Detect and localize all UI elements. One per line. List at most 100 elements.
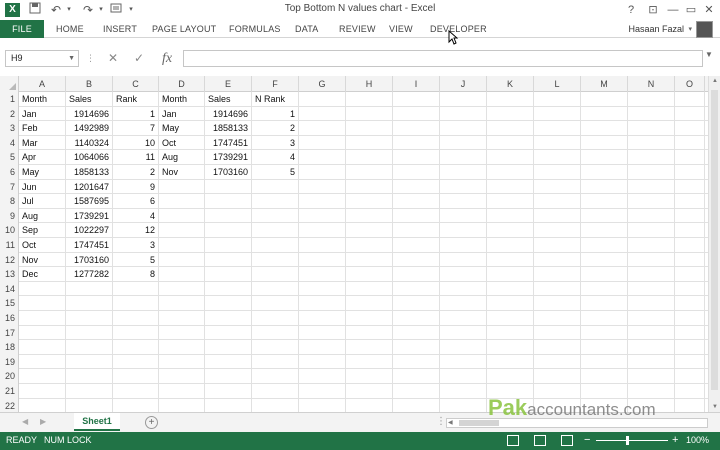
cell-o8[interactable] xyxy=(675,194,705,209)
cell-k9[interactable] xyxy=(487,208,534,224)
cell-a11[interactable]: Oct xyxy=(19,238,66,253)
cell-d22[interactable] xyxy=(159,398,205,412)
cell-c11[interactable]: 3 xyxy=(113,238,159,253)
cell-m12[interactable] xyxy=(581,252,628,268)
cell-e8[interactable] xyxy=(205,194,252,209)
cell-d17[interactable] xyxy=(159,325,205,341)
cell-e19[interactable] xyxy=(205,354,252,370)
cell-k18[interactable] xyxy=(487,340,534,355)
cell-j21[interactable] xyxy=(440,384,487,399)
cell-h22[interactable] xyxy=(346,398,393,412)
cell-c21[interactable] xyxy=(113,384,159,399)
cell-j18[interactable] xyxy=(440,340,487,355)
cell-j8[interactable] xyxy=(440,194,487,209)
cancel-icon[interactable]: ✕ xyxy=(104,50,122,67)
cell-j19[interactable] xyxy=(440,354,487,370)
cell-i19[interactable] xyxy=(393,354,440,370)
vertical-scroll-thumb[interactable] xyxy=(711,90,718,390)
next-sheet-icon[interactable]: ▶ xyxy=(40,417,46,426)
cell-l2[interactable] xyxy=(534,106,581,122)
cell-n19[interactable] xyxy=(628,354,675,370)
cell-a6[interactable]: May xyxy=(19,165,66,180)
cell-f7[interactable] xyxy=(252,179,299,195)
cell-j14[interactable] xyxy=(440,281,487,297)
cell-e13[interactable] xyxy=(205,267,252,282)
user-dropdown-icon[interactable]: ▾ xyxy=(688,25,692,33)
cell-k2[interactable] xyxy=(487,106,534,122)
cell-b10[interactable]: 1022297 xyxy=(66,223,113,238)
help-icon[interactable]: ? xyxy=(622,2,640,18)
cell-h15[interactable] xyxy=(346,296,393,311)
cell-i9[interactable] xyxy=(393,208,440,224)
cell-e2[interactable]: 1914696 xyxy=(205,106,252,122)
cell-n2[interactable] xyxy=(628,106,675,122)
cell-h5[interactable] xyxy=(346,150,393,165)
row-header[interactable]: 8 xyxy=(0,194,19,209)
cell-l6[interactable] xyxy=(534,165,581,180)
cell-i2[interactable] xyxy=(393,106,440,122)
tab-insert[interactable]: INSERT xyxy=(103,20,137,38)
tab-data[interactable]: DATA xyxy=(295,20,318,38)
cell-k8[interactable] xyxy=(487,194,534,209)
cell-f13[interactable] xyxy=(252,267,299,282)
cell-d3[interactable]: May xyxy=(159,121,205,136)
cell-m17[interactable] xyxy=(581,325,628,341)
cell-a7[interactable]: Jun xyxy=(19,179,66,195)
cell-e7[interactable] xyxy=(205,179,252,195)
cell-f4[interactable]: 3 xyxy=(252,135,299,151)
cell-o1[interactable] xyxy=(675,92,705,107)
cell-k16[interactable] xyxy=(487,311,534,326)
cell-m8[interactable] xyxy=(581,194,628,209)
column-header-n[interactable]: N xyxy=(628,76,675,92)
cell-i1[interactable] xyxy=(393,92,440,107)
cell-e15[interactable] xyxy=(205,296,252,311)
column-header-g[interactable]: G xyxy=(299,76,346,92)
cell-e3[interactable]: 1858133 xyxy=(205,121,252,136)
cell-d7[interactable] xyxy=(159,179,205,195)
cell-j10[interactable] xyxy=(440,223,487,238)
cell-b11[interactable]: 1747451 xyxy=(66,238,113,253)
cell-b12[interactable]: 1703160 xyxy=(66,252,113,268)
cell-n3[interactable] xyxy=(628,121,675,136)
cell-i8[interactable] xyxy=(393,194,440,209)
row-header[interactable]: 13 xyxy=(0,267,19,282)
cell-o20[interactable] xyxy=(675,369,705,384)
cell-m16[interactable] xyxy=(581,311,628,326)
cell-f10[interactable] xyxy=(252,223,299,238)
prev-sheet-icon[interactable]: ◀ xyxy=(22,417,28,426)
cell-k12[interactable] xyxy=(487,252,534,268)
cell-k11[interactable] xyxy=(487,238,534,253)
cell-h1[interactable] xyxy=(346,92,393,107)
cell-b21[interactable] xyxy=(66,384,113,399)
cell-o4[interactable] xyxy=(675,135,705,151)
cell-j16[interactable] xyxy=(440,311,487,326)
close-icon[interactable]: ✕ xyxy=(700,2,718,18)
cell-b16[interactable] xyxy=(66,311,113,326)
cell-a22[interactable] xyxy=(19,398,66,412)
cell-f18[interactable] xyxy=(252,340,299,355)
cell-h12[interactable] xyxy=(346,252,393,268)
cell-n20[interactable] xyxy=(628,369,675,384)
cell-j5[interactable] xyxy=(440,150,487,165)
cell-b7[interactable]: 1201647 xyxy=(66,179,113,195)
cell-m2[interactable] xyxy=(581,106,628,122)
cell-d21[interactable] xyxy=(159,384,205,399)
cell-n4[interactable] xyxy=(628,135,675,151)
scroll-up-icon[interactable]: ▲ xyxy=(709,78,720,84)
cell-e14[interactable] xyxy=(205,281,252,297)
cell-g6[interactable] xyxy=(299,165,346,180)
cell-f20[interactable] xyxy=(252,369,299,384)
tab-review[interactable]: REVIEW xyxy=(339,20,376,38)
column-header-m[interactable]: M xyxy=(581,76,628,92)
cell-i3[interactable] xyxy=(393,121,440,136)
cell-a19[interactable] xyxy=(19,354,66,370)
tab-view[interactable]: VIEW xyxy=(389,20,413,38)
row-header[interactable]: 6 xyxy=(0,165,19,180)
cell-f8[interactable] xyxy=(252,194,299,209)
tab-file[interactable]: FILE xyxy=(0,20,44,38)
cell-e20[interactable] xyxy=(205,369,252,384)
cell-n12[interactable] xyxy=(628,252,675,268)
row-header[interactable]: 2 xyxy=(0,106,19,122)
cell-o19[interactable] xyxy=(675,354,705,370)
name-box-dropdown-icon[interactable]: ▼ xyxy=(68,51,75,66)
